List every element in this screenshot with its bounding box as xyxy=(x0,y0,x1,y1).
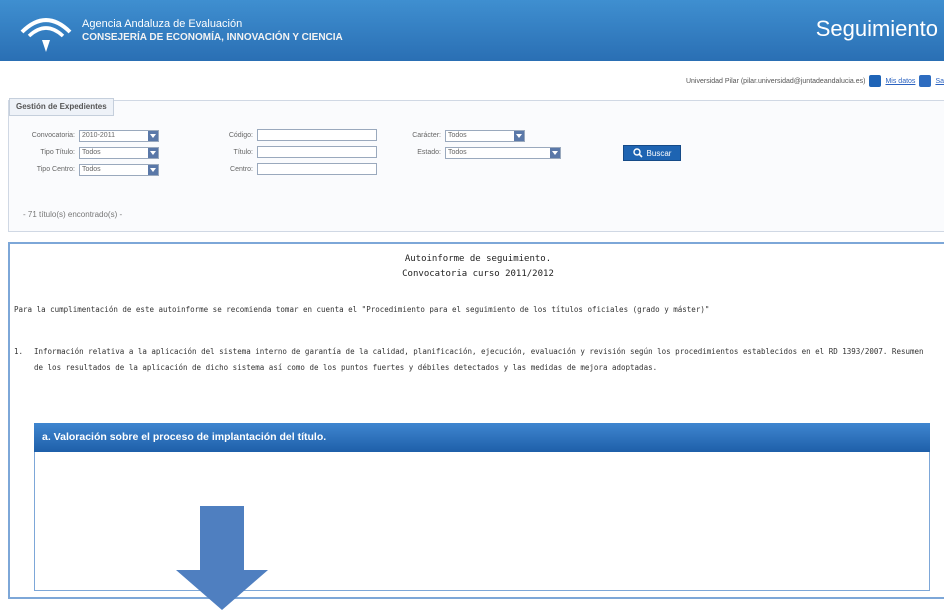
caracter-value: Todos xyxy=(448,132,467,139)
estado-select[interactable]: Todos xyxy=(445,147,561,159)
chevron-down-icon xyxy=(148,131,158,141)
my-data-link[interactable]: Mis datos xyxy=(885,78,915,85)
item-text: Información relativa a la aplicación del… xyxy=(34,347,924,372)
estado-label: Estado: xyxy=(417,149,441,156)
centro-input[interactable] xyxy=(257,163,377,175)
caracter-label: Carácter: xyxy=(412,132,441,139)
report-subtitle: Convocatoria curso 2011/2012 xyxy=(402,269,554,279)
logout-link[interactable]: Sa xyxy=(935,78,944,85)
chevron-down-icon xyxy=(148,148,158,158)
convocatoria-label: Convocatoria: xyxy=(31,132,75,139)
titulo-input[interactable] xyxy=(257,146,377,158)
user-identity: Universidad Pilar (pilar.universidad@jun… xyxy=(685,77,866,85)
convocatoria-value: 2010-2011 xyxy=(82,132,115,139)
titulo-label: Título: xyxy=(233,149,253,156)
chevron-down-icon xyxy=(148,165,158,175)
codigo-input[interactable] xyxy=(257,129,377,141)
tipo-centro-label: Tipo Centro: xyxy=(36,166,75,173)
tipo-titulo-label: Tipo Título: xyxy=(40,149,75,156)
tab-gestion-expedientes[interactable]: Gestión de Expedientes xyxy=(9,98,114,116)
result-count: - 71 título(s) encontrado(s) - xyxy=(23,210,123,219)
app-header: Agencia Andaluza de Evaluación CONSEJERÍ… xyxy=(0,0,944,61)
search-button-label: Buscar xyxy=(646,148,672,158)
section-heading: a. Valoración sobre el proceso de implan… xyxy=(34,423,930,452)
search-icon xyxy=(632,148,643,158)
centro-label: Centro: xyxy=(230,166,253,173)
search-button[interactable]: Buscar xyxy=(623,145,681,161)
section-textarea[interactable] xyxy=(34,452,930,591)
logout-icon[interactable] xyxy=(919,75,932,87)
app-title: Seguimiento xyxy=(815,16,938,41)
codigo-label: Código: xyxy=(228,132,253,139)
agency-name-line1: Agencia Andaluza de Evaluación xyxy=(82,18,243,30)
filter-panel: Gestión de Expedientes Convocatoria: 201… xyxy=(8,98,944,232)
chevron-down-icon xyxy=(514,131,524,141)
chevron-down-icon xyxy=(550,148,560,158)
report-panel: Autoinforme de seguimiento. Convocatoria… xyxy=(8,242,944,599)
report-title: Autoinforme de seguimiento. xyxy=(404,254,552,264)
tipo-centro-value: Todos xyxy=(82,166,101,173)
agency-logo-icon xyxy=(20,18,72,52)
agency-name: Agencia Andaluza de Evaluación CONSEJERÍ… xyxy=(82,18,343,44)
convocatoria-select[interactable]: 2010-2011 xyxy=(79,130,159,142)
user-bar: Universidad Pilar (pilar.universidad@jun… xyxy=(686,71,944,91)
caracter-select[interactable]: Todos xyxy=(445,130,525,142)
tipo-centro-select[interactable]: Todos xyxy=(79,164,159,176)
estado-value: Todos xyxy=(448,149,467,156)
arrow-down-icon xyxy=(176,506,268,610)
tipo-titulo-value: Todos xyxy=(82,149,101,156)
tipo-titulo-select[interactable]: Todos xyxy=(79,147,159,159)
agency-name-line2: CONSEJERÍA DE ECONOMÍA, INNOVACIÓN Y CIE… xyxy=(82,32,343,43)
user-data-icon[interactable] xyxy=(869,75,882,87)
item-number: 1. xyxy=(14,347,24,356)
report-intro: Para la cumplimentación de este autoinfo… xyxy=(14,305,710,314)
